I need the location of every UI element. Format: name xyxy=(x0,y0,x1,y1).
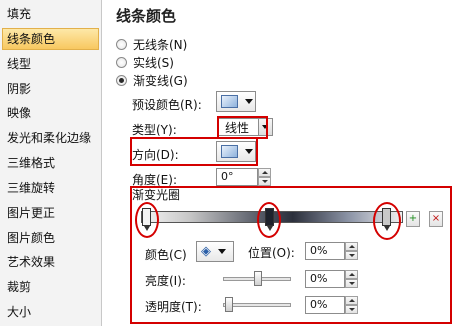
chevron-down-icon xyxy=(245,149,253,154)
sidebar-item-3d-format[interactable]: 三维格式 xyxy=(2,152,99,174)
spin-down-icon[interactable] xyxy=(258,177,271,186)
spin-down-icon[interactable] xyxy=(345,305,358,314)
radio-circle[interactable] xyxy=(116,57,127,68)
page-title: 线条颜色 xyxy=(116,7,177,25)
spin-down-icon[interactable] xyxy=(345,251,358,260)
type-select[interactable]: 线性 xyxy=(218,118,273,136)
spin-down-icon[interactable] xyxy=(345,279,358,288)
angle-input[interactable]: 0° xyxy=(216,168,258,186)
brightness-slider-thumb[interactable] xyxy=(254,271,262,286)
sidebar-item-crop[interactable]: 裁剪 xyxy=(2,276,99,298)
radio-no-line[interactable]: 无线条(N) xyxy=(116,36,187,53)
radio-solid-line[interactable]: 实线(S) xyxy=(116,54,174,71)
position-input[interactable]: 0% xyxy=(305,242,345,260)
sidebar-item-picture-color[interactable]: 图片颜色 xyxy=(2,227,99,249)
gradient-stop-handle[interactable] xyxy=(265,208,274,231)
color-label: 颜色(C) xyxy=(145,248,187,262)
gradient-swatch-icon xyxy=(221,145,238,158)
sidebar-item-glow-soft-edges[interactable]: 发光和柔化边缘 xyxy=(2,127,99,149)
brightness-spinner[interactable]: 0% xyxy=(305,270,358,288)
sidebar-item-line-color[interactable]: 线条颜色 xyxy=(2,28,99,50)
gradient-stop-handle[interactable] xyxy=(382,208,391,231)
chevron-down-icon[interactable] xyxy=(257,119,272,135)
preset-colors-label: 预设颜色(R): xyxy=(132,98,202,112)
position-label: 位置(O): xyxy=(248,246,295,260)
radio-gradient-line[interactable]: 渐变线(G) xyxy=(116,72,188,89)
sidebar-item-size[interactable]: 大小 xyxy=(2,301,99,323)
type-label: 类型(Y): xyxy=(132,123,177,137)
sidebar-item-artistic-effects[interactable]: 艺术效果 xyxy=(2,251,99,273)
spin-up-icon[interactable] xyxy=(258,168,271,177)
sidebar-item-fill[interactable]: 填充 xyxy=(2,3,99,25)
direction-dropdown[interactable] xyxy=(216,141,256,162)
type-select-value: 线性 xyxy=(225,120,250,135)
radio-label: 实线(S) xyxy=(133,56,174,70)
sidebar-item-picture-corrections[interactable]: 图片更正 xyxy=(2,202,99,224)
radio-circle-checked[interactable] xyxy=(116,75,127,86)
spin-up-icon[interactable] xyxy=(345,296,358,305)
remove-gradient-stop-icon[interactable]: × xyxy=(429,211,443,227)
spin-up-icon[interactable] xyxy=(345,242,358,251)
gradient-stop-handle[interactable] xyxy=(142,208,151,231)
radio-circle[interactable] xyxy=(116,39,127,50)
transparency-label: 透明度(T): xyxy=(145,300,202,314)
transparency-slider-thumb[interactable] xyxy=(225,297,233,312)
sidebar-item-line-style[interactable]: 线型 xyxy=(2,53,99,75)
transparency-slider-track[interactable] xyxy=(223,303,291,307)
stop-color-dropdown[interactable]: ◈ xyxy=(196,241,234,262)
radio-label: 渐变线(G) xyxy=(133,74,188,88)
main-panel: 线条颜色 无线条(N) 实线(S) 渐变线(G) 预设颜色(R): 类型(Y):… xyxy=(103,0,456,326)
add-gradient-stop-icon[interactable]: + xyxy=(406,211,420,227)
chevron-down-icon xyxy=(245,99,253,104)
gradient-stops-label: 渐变光圈 xyxy=(132,188,181,202)
angle-spinner[interactable]: 0° xyxy=(216,168,271,186)
sidebar-item-3d-rotation[interactable]: 三维旋转 xyxy=(2,177,99,199)
sidebar-item-shadow[interactable]: 阴影 xyxy=(2,78,99,100)
sidebar: 填充 线条颜色 线型 阴影 映像 发光和柔化边缘 三维格式 三维旋转 图片更正 … xyxy=(0,0,102,326)
position-spinner[interactable]: 0% xyxy=(305,242,358,260)
direction-label: 方向(D): xyxy=(132,148,179,162)
transparency-input[interactable]: 0% xyxy=(305,296,345,314)
preset-colors-dropdown[interactable] xyxy=(216,91,256,112)
radio-label: 无线条(N) xyxy=(133,38,188,52)
paint-bucket-icon: ◈ xyxy=(201,244,211,259)
brightness-input[interactable]: 0% xyxy=(305,270,345,288)
transparency-spinner[interactable]: 0% xyxy=(305,296,358,314)
brightness-label: 亮度(I): xyxy=(145,274,186,288)
gradient-swatch-icon xyxy=(221,95,238,108)
chevron-down-icon xyxy=(218,249,226,254)
sidebar-item-reflection[interactable]: 映像 xyxy=(2,102,99,124)
spin-up-icon[interactable] xyxy=(345,270,358,279)
